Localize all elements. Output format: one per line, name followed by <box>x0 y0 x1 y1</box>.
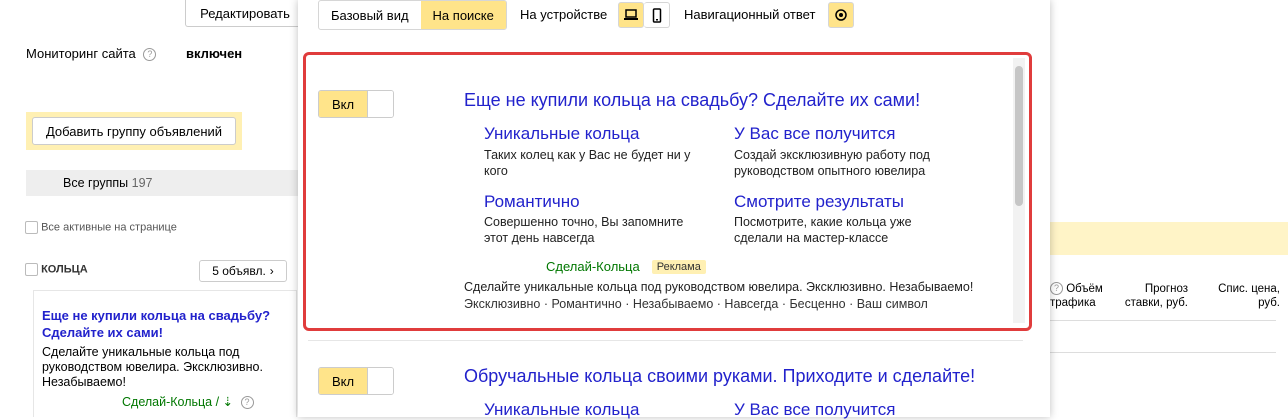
divider <box>1050 320 1276 321</box>
laptop-icon[interactable] <box>618 2 644 28</box>
sitelink-title[interactable]: У Вас все получится <box>734 400 895 420</box>
download-icon: ⇣ <box>222 395 234 409</box>
monitoring-row: Мониторинг сайта ? <box>26 46 157 62</box>
help-icon[interactable]: ? <box>143 48 157 62</box>
ad-title[interactable]: Обручальные кольца своими руками. Приход… <box>464 366 975 387</box>
sitelink-title[interactable]: Уникальные кольца <box>484 400 639 420</box>
toggle-knob <box>367 368 393 394</box>
ad-preview-text: Сделайте уникальные кольца под руководст… <box>42 345 263 389</box>
nav-answer-label: Навигационный ответ <box>684 7 816 22</box>
add-group-button[interactable]: Добавить группу объявлений <box>32 117 236 145</box>
chevron-right-icon: › <box>269 264 274 278</box>
edit-button[interactable]: Редактировать <box>185 0 305 27</box>
divider <box>308 340 1023 341</box>
help-icon[interactable]: ? <box>1050 282 1063 296</box>
checkbox[interactable] <box>25 221 38 234</box>
highlight-frame <box>303 52 1032 331</box>
device-switch[interactable] <box>618 2 670 28</box>
divider <box>1050 352 1276 353</box>
help-icon[interactable]: ? <box>240 396 254 410</box>
col-price[interactable]: Спис. цена, руб. <box>1206 282 1280 310</box>
checkbox[interactable] <box>25 263 38 276</box>
col-traffic[interactable]: ? Объём трафика <box>1050 282 1110 310</box>
ad-toggle[interactable]: Вкл <box>318 367 394 395</box>
monitoring-label: Мониторинг сайта <box>26 46 136 61</box>
ad-preview-domain: Сделай-Кольца / ⇣ ? <box>122 394 254 410</box>
all-active-checkbox-row[interactable]: Все активные на странице <box>25 221 177 234</box>
all-groups-tab[interactable]: Все группы 197 <box>63 176 153 190</box>
phone-icon[interactable] <box>644 2 670 28</box>
view-search-option[interactable]: На поиске <box>420 1 506 29</box>
monitoring-value: включен <box>186 46 243 61</box>
group-row: КОЛЬЦА <box>25 263 88 276</box>
view-switch[interactable]: Базовый вид На поиске <box>318 0 507 30</box>
view-basic-option[interactable]: Базовый вид <box>319 1 421 29</box>
group-name: КОЛЬЦА <box>41 263 88 276</box>
ads-count-button[interactable]: 5 объявл. › <box>199 260 287 282</box>
device-label: На устройстве <box>520 7 608 22</box>
ad-preview-title[interactable]: Еще не купили кольца на свадьбу? Сделайт… <box>42 307 287 341</box>
target-icon[interactable] <box>828 2 854 28</box>
col-forecast[interactable]: Прогноз ставки, руб. <box>1116 282 1188 310</box>
notice-stripe <box>1050 222 1288 255</box>
